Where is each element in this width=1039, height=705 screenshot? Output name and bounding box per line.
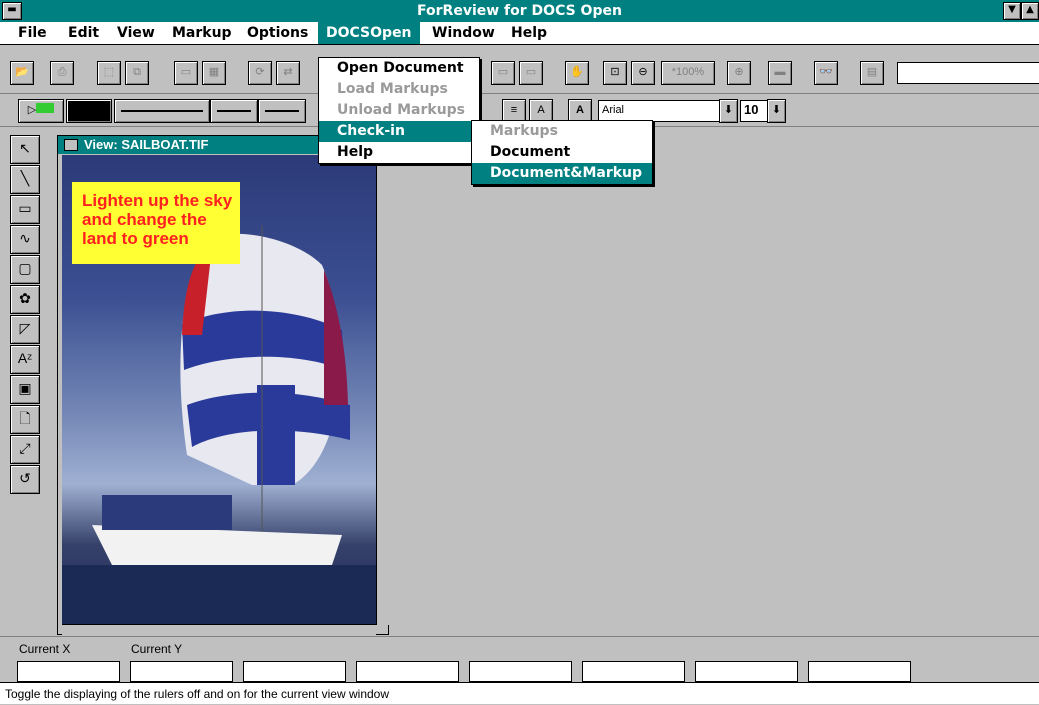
ruler-icon[interactable]: ▬ bbox=[768, 61, 792, 85]
polygon-tool-icon[interactable]: ◸ bbox=[10, 315, 40, 344]
maximize-icon[interactable]: ▲ bbox=[1021, 2, 1039, 20]
current-x-field bbox=[17, 661, 120, 682]
freehand-tool-icon[interactable]: ∿ bbox=[10, 225, 40, 254]
checkin-submenu: Markups Document Document&Markup bbox=[471, 120, 653, 185]
menu-docsopen[interactable]: DOCSOpen bbox=[318, 22, 420, 44]
open-icon[interactable]: 📂 bbox=[10, 61, 34, 85]
cloud-tool-icon[interactable]: ✿ bbox=[10, 285, 40, 314]
zoom-100-button[interactable]: *100% bbox=[661, 61, 715, 85]
font-dropdown-icon[interactable]: ⬇ bbox=[719, 99, 738, 123]
submenu-markups[interactable]: Markups bbox=[472, 121, 652, 142]
dimension-tool-icon[interactable]: ⤢ bbox=[10, 435, 40, 464]
rulers-icon[interactable]: ▭ bbox=[174, 61, 198, 85]
pan-hand-icon[interactable]: ✋ bbox=[565, 61, 589, 85]
note-tool-icon[interactable]: 🗋 bbox=[10, 405, 40, 434]
status-field-5 bbox=[469, 661, 572, 682]
status-field-7 bbox=[695, 661, 798, 682]
horizontal-scrollbar[interactable] bbox=[62, 624, 376, 635]
markup-note[interactable]: Lighten up the sky and change the land t… bbox=[72, 182, 240, 264]
arrow-select-icon[interactable]: ↖ bbox=[10, 135, 40, 164]
copy-region-icon[interactable]: ⧉ bbox=[125, 61, 149, 85]
submenu-document[interactable]: Document bbox=[472, 142, 652, 163]
menu-load-markups[interactable]: Load Markups bbox=[319, 79, 479, 100]
menu-check-in[interactable]: Check-in bbox=[319, 121, 479, 142]
main-toolbar: 📂 ⎙ ⬚ ⧉ ▭ ▦ ⟳ ⇄ ▭ ▭ ✋ ⊡ ⊖ *100% ⊕ ▬ 👓 ▤ bbox=[0, 46, 1039, 94]
docsopen-menu: Open Document Load Markups Unload Markup… bbox=[318, 57, 480, 164]
window-title-bar: ▬ ForReview for DOCS Open ▼ ▲ bbox=[0, 0, 1039, 22]
menu-markup[interactable]: Markup bbox=[164, 22, 240, 44]
menu-window[interactable]: Window bbox=[424, 22, 503, 44]
flip-icon[interactable]: ⇄ bbox=[276, 61, 300, 85]
page-next-icon[interactable]: ▭ bbox=[519, 61, 543, 85]
text-tool-icon[interactable]: Aᶻ bbox=[10, 345, 40, 374]
status-field-6 bbox=[582, 661, 685, 682]
menu-file[interactable]: File bbox=[10, 22, 55, 44]
status-area: Current X Current Y bbox=[0, 636, 1039, 682]
grid-icon[interactable]: ▦ bbox=[202, 61, 226, 85]
rotate-icon[interactable]: ⟳ bbox=[248, 61, 272, 85]
menu-help[interactable]: Help bbox=[503, 22, 555, 44]
line-tool-icon[interactable]: ╲ bbox=[10, 165, 40, 194]
zoom-out-icon[interactable]: ⊖ bbox=[631, 61, 655, 85]
current-x-label: Current X bbox=[19, 642, 71, 656]
font-name-select[interactable]: Arial bbox=[598, 100, 723, 122]
toolbar-combo[interactable] bbox=[897, 62, 1039, 84]
menu-view[interactable]: View bbox=[109, 22, 163, 44]
size-dropdown-icon[interactable]: ⬇ bbox=[767, 99, 786, 123]
undo-tool-icon[interactable]: ↺ bbox=[10, 465, 40, 494]
menu-options[interactable]: Options bbox=[239, 22, 316, 44]
document-window: View: SAILBOAT.TIF Lighten up the sky an… bbox=[57, 135, 389, 635]
line-style-3[interactable] bbox=[258, 99, 306, 123]
vertical-scrollbar[interactable] bbox=[376, 155, 389, 625]
status-field-8 bbox=[808, 661, 911, 682]
zoom-in-icon[interactable]: ⊕ bbox=[727, 61, 751, 85]
doc-system-icon[interactable] bbox=[64, 139, 78, 151]
line-style-2[interactable] bbox=[210, 99, 258, 123]
current-y-label: Current Y bbox=[131, 642, 183, 656]
ellipse-tool-icon[interactable]: ▢ bbox=[10, 255, 40, 284]
glasses-icon[interactable]: 👓 bbox=[814, 61, 838, 85]
menu-open-document[interactable]: Open Document bbox=[319, 58, 479, 79]
menu-unload-markups[interactable]: Unload Markups bbox=[319, 100, 479, 121]
system-menu-icon[interactable]: ▬ bbox=[2, 2, 22, 20]
minimize-icon[interactable]: ▼ bbox=[1003, 2, 1021, 20]
document-title: View: SAILBOAT.TIF bbox=[84, 137, 209, 152]
page-prev-icon[interactable]: ▭ bbox=[491, 61, 515, 85]
line-style-1[interactable] bbox=[114, 99, 210, 123]
status-message: Toggle the displaying of the rulers off … bbox=[0, 682, 1039, 704]
window-title: ForReview for DOCS Open bbox=[417, 3, 622, 19]
status-field-4 bbox=[356, 661, 459, 682]
status-field-3 bbox=[243, 661, 346, 682]
sailboat-image: Lighten up the sky and change the land t… bbox=[62, 155, 376, 625]
stamp-tool-icon[interactable]: ▣ bbox=[10, 375, 40, 404]
menu-bar: File Edit View Markup Options DOCSOpen W… bbox=[0, 22, 1039, 45]
menu-edit[interactable]: Edit bbox=[60, 22, 107, 44]
print-icon[interactable]: ⎙ bbox=[50, 61, 74, 85]
zoom-window-icon[interactable]: ⊡ bbox=[603, 61, 627, 85]
rectangle-tool-icon[interactable]: ▭ bbox=[10, 195, 40, 224]
scanner-icon[interactable]: ▤ bbox=[860, 61, 884, 85]
line-color-swatch[interactable] bbox=[66, 99, 112, 123]
fill-color-icon[interactable]: ▷ bbox=[18, 99, 64, 123]
menu-docsopen-help[interactable]: Help bbox=[319, 142, 479, 163]
current-y-field bbox=[130, 661, 233, 682]
select-region-icon[interactable]: ⬚ bbox=[97, 61, 121, 85]
submenu-document-and-markup[interactable]: Document&Markup bbox=[472, 163, 652, 184]
